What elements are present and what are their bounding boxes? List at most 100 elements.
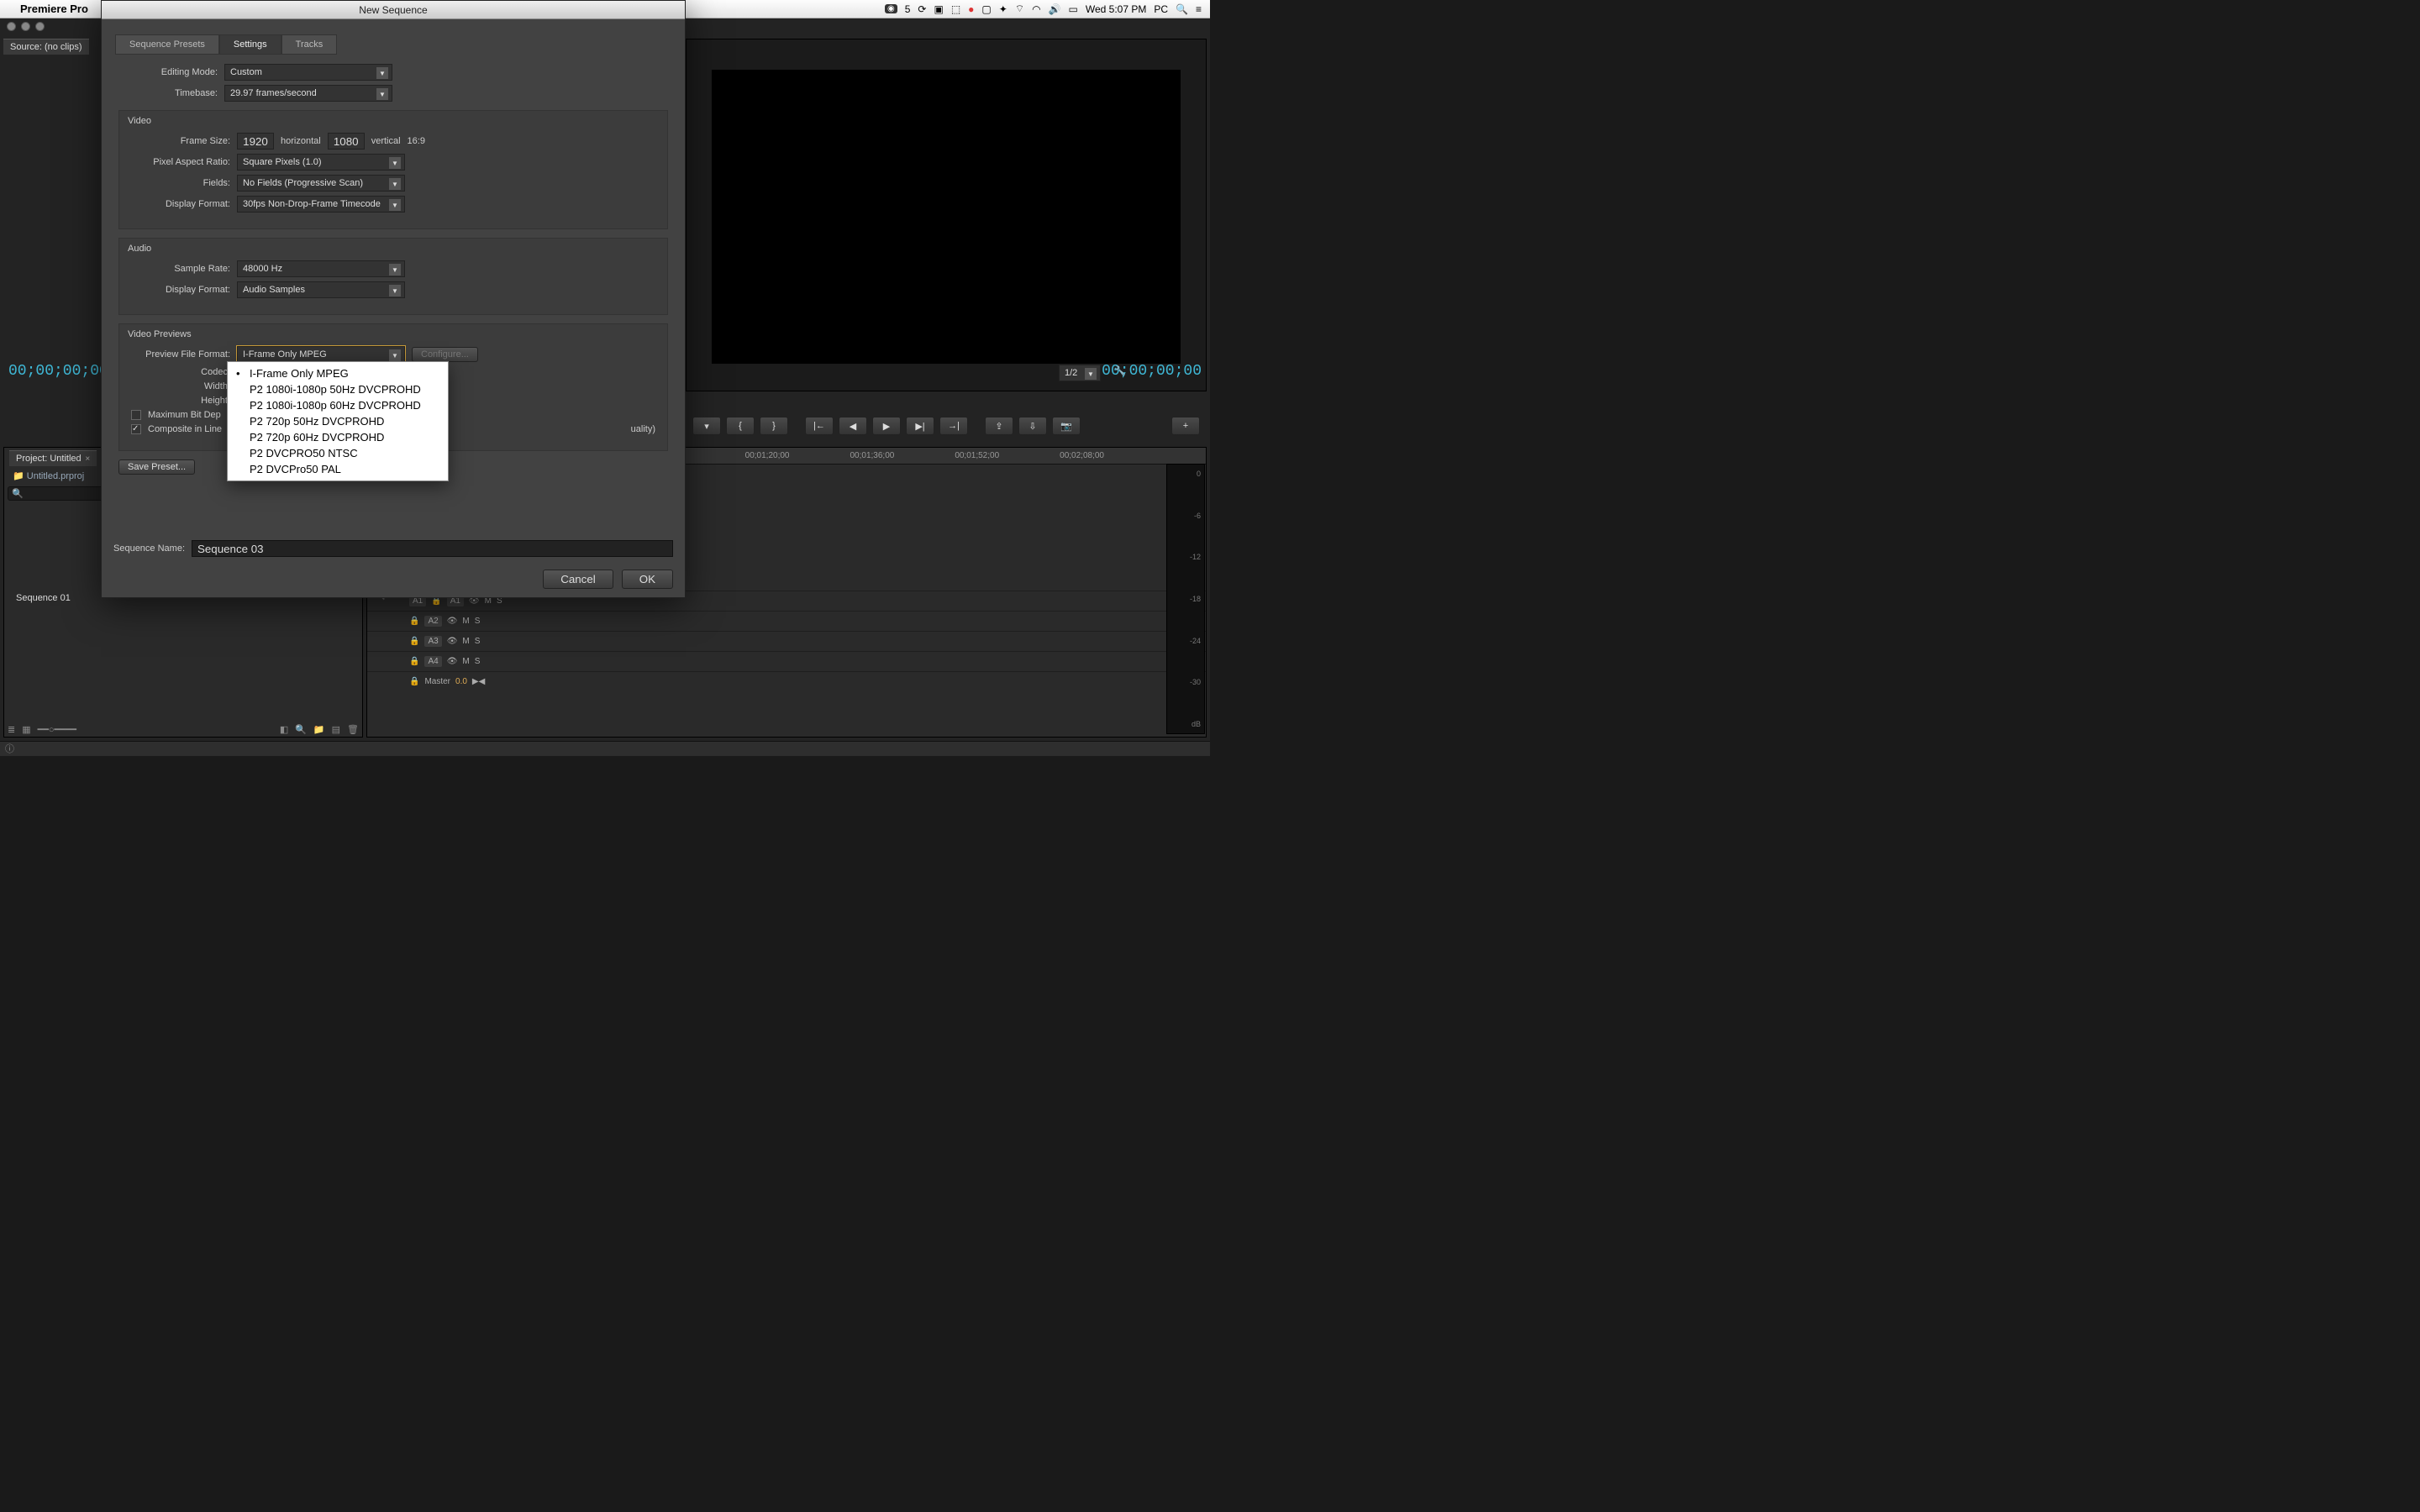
user[interactable]: PC <box>1154 3 1168 15</box>
sample-rate-dropdown[interactable]: 48000 Hz▼ <box>237 260 405 277</box>
option-p2-dvcpro50-pal[interactable]: P2 DVCPro50 PAL <box>228 461 448 477</box>
status-bar: ⓘ <box>0 741 1210 756</box>
track-a3[interactable]: 🔒A3👁MS <box>367 631 1206 651</box>
notifications-icon[interactable]: ≡ <box>1196 3 1202 15</box>
track-a2[interactable]: 🔒A2👁MS <box>367 611 1206 631</box>
spotlight-icon[interactable]: 🔍 <box>1176 3 1188 15</box>
lift-button[interactable]: ⇪ <box>985 417 1013 435</box>
max-bit-depth-checkbox[interactable] <box>131 410 141 420</box>
go-out-button[interactable]: →| <box>939 417 968 435</box>
frame-height-input[interactable] <box>328 133 365 150</box>
fields-dropdown[interactable]: No Fields (Progressive Scan)▼ <box>237 175 405 192</box>
go-in-button[interactable]: |← <box>805 417 834 435</box>
chevron-down-icon: ▼ <box>389 199 401 211</box>
window-traffic-lights[interactable] <box>7 22 45 31</box>
tab-settings[interactable]: Settings <box>219 34 281 55</box>
mark-in-button[interactable]: { <box>726 417 755 435</box>
sync-icon[interactable]: ⟳ <box>918 3 926 15</box>
configure-button[interactable]: Configure... <box>412 347 478 362</box>
sequence-name-input[interactable] <box>192 540 673 557</box>
list-view-icon[interactable]: ≣ <box>8 724 15 735</box>
project-tab[interactable]: Project: Untitled × <box>9 450 97 466</box>
creative-cloud-icon[interactable]: ◉ <box>885 4 897 13</box>
zoom-slider[interactable]: ━━○━━━━ <box>38 724 76 735</box>
add-button[interactable]: + <box>1171 417 1200 435</box>
track-a4[interactable]: 🔒A4👁MS <box>367 651 1206 671</box>
chevron-down-icon: ▼ <box>376 88 388 100</box>
dropbox-icon[interactable]: ⬚ <box>951 3 960 15</box>
preview-file-format-dropdown[interactable]: I-Frame Only MPEG▼ <box>237 346 405 363</box>
save-preset-button[interactable]: Save Preset... <box>118 459 195 475</box>
option-p2-dvcpro50-ntsc[interactable]: P2 DVCPRO50 NTSC <box>228 445 448 461</box>
wifi2-icon[interactable]: ◠ <box>1032 3 1040 15</box>
volume-icon[interactable]: 🔊 <box>1049 3 1061 15</box>
project-footer: ≣ ▦ ━━○━━━━ ◧ 🔍 📁 ▤ 🗑 <box>8 724 359 735</box>
program-video-area[interactable] <box>712 70 1181 364</box>
program-monitor <box>686 39 1207 391</box>
editing-mode-label: Editing Mode: <box>118 67 218 77</box>
cancel-button[interactable]: Cancel <box>543 570 613 589</box>
ok-button[interactable]: OK <box>622 570 673 589</box>
option-iframe-mpeg[interactable]: I-Frame Only MPEG <box>228 365 448 381</box>
dialog-tabs: Sequence Presets Settings Tracks <box>115 34 685 55</box>
search-icon: 🔍 <box>12 488 24 499</box>
evernote-icon[interactable]: ▣ <box>934 3 943 15</box>
source-tab[interactable]: Source: (no clips) <box>3 39 89 55</box>
minimize-icon[interactable] <box>21 22 30 31</box>
step-back-button[interactable]: ◀ <box>839 417 867 435</box>
frame-width-input[interactable] <box>237 133 274 150</box>
audio-meter: 0 -6 -12 -18 -24 -30 dB <box>1166 464 1205 734</box>
source-timecode[interactable]: 00;00;00;00 <box>8 363 108 380</box>
chevron-down-icon: ▼ <box>389 349 401 361</box>
star-icon[interactable]: ✦ <box>999 3 1007 15</box>
option-p2-720-50[interactable]: P2 720p 50Hz DVCPROHD <box>228 413 448 429</box>
wrench-icon[interactable]: 🔧 <box>1114 365 1126 376</box>
chevron-down-icon: ▼ <box>389 264 401 276</box>
trash-icon[interactable]: 🗑 <box>347 724 359 735</box>
record-icon[interactable]: ● <box>968 3 974 15</box>
maximize-icon[interactable] <box>35 22 45 31</box>
battery-icon[interactable]: ▭ <box>1069 3 1078 15</box>
new-bin-icon[interactable]: 📁 <box>313 724 325 735</box>
app-name[interactable]: Premiere Pro <box>20 3 88 15</box>
wifi-icon[interactable]: ⌔ <box>1015 3 1024 15</box>
option-p2-1080-50[interactable]: P2 1080i-1080p 50Hz DVCPROHD <box>228 381 448 397</box>
option-p2-720-60[interactable]: P2 720p 60Hz DVCPROHD <box>228 429 448 445</box>
audio-display-format-dropdown[interactable]: Audio Samples▼ <box>237 281 405 298</box>
video-section: Video Frame Size: horizontal vertical 16… <box>118 110 668 229</box>
chevron-down-icon: ▼ <box>376 67 388 79</box>
sequence-name-label: Sequence Name: <box>113 543 185 554</box>
step-fwd-button[interactable]: ▶| <box>906 417 934 435</box>
preview-format-options: I-Frame Only MPEG P2 1080i-1080p 50Hz DV… <box>227 361 449 481</box>
new-item-icon[interactable]: ▤ <box>332 724 340 735</box>
info-icon[interactable]: ⓘ <box>0 743 19 756</box>
extract-button[interactable]: ⇩ <box>1018 417 1047 435</box>
icon-view-icon[interactable]: ▦ <box>22 724 30 735</box>
composite-linear-checkbox[interactable] <box>131 424 141 434</box>
chevron-down-icon: ▼ <box>389 285 401 297</box>
chevron-down-icon: ▼ <box>389 178 401 190</box>
source-tab-label: Source: (no clips) <box>10 42 82 52</box>
par-dropdown[interactable]: Square Pixels (1.0)▼ <box>237 154 405 171</box>
zoom-dropdown[interactable]: 1/2▼ <box>1059 365 1101 381</box>
play-button[interactable]: ▶ <box>872 417 901 435</box>
track-master[interactable]: 🔒Master0.0▶◀ <box>367 671 1206 691</box>
export-frame-button[interactable]: 📷 <box>1052 417 1081 435</box>
close-icon[interactable] <box>7 22 16 31</box>
cc-count: 5 <box>905 3 911 15</box>
auto-icon[interactable]: ◧ <box>280 724 288 735</box>
tab-tracks[interactable]: Tracks <box>281 34 338 55</box>
new-sequence-dialog: New Sequence Sequence Presets Settings T… <box>101 0 686 598</box>
timebase-dropdown[interactable]: 29.97 frames/second▼ <box>224 85 392 102</box>
editing-mode-dropdown[interactable]: Custom▼ <box>224 64 392 81</box>
tab-sequence-presets[interactable]: Sequence Presets <box>115 34 219 55</box>
add-marker-button[interactable]: ▾ <box>692 417 721 435</box>
find-icon[interactable]: 🔍 <box>295 724 307 735</box>
clock[interactable]: Wed 5:07 PM <box>1086 3 1146 15</box>
close-icon[interactable]: × <box>83 454 91 464</box>
option-p2-1080-60[interactable]: P2 1080i-1080p 60Hz DVCPROHD <box>228 397 448 413</box>
mark-out-button[interactable]: } <box>760 417 788 435</box>
chevron-down-icon: ▼ <box>1085 368 1097 380</box>
display-format-dropdown[interactable]: 30fps Non-Drop-Frame Timecode▼ <box>237 196 405 213</box>
airplay-icon[interactable]: ▢ <box>981 3 991 15</box>
